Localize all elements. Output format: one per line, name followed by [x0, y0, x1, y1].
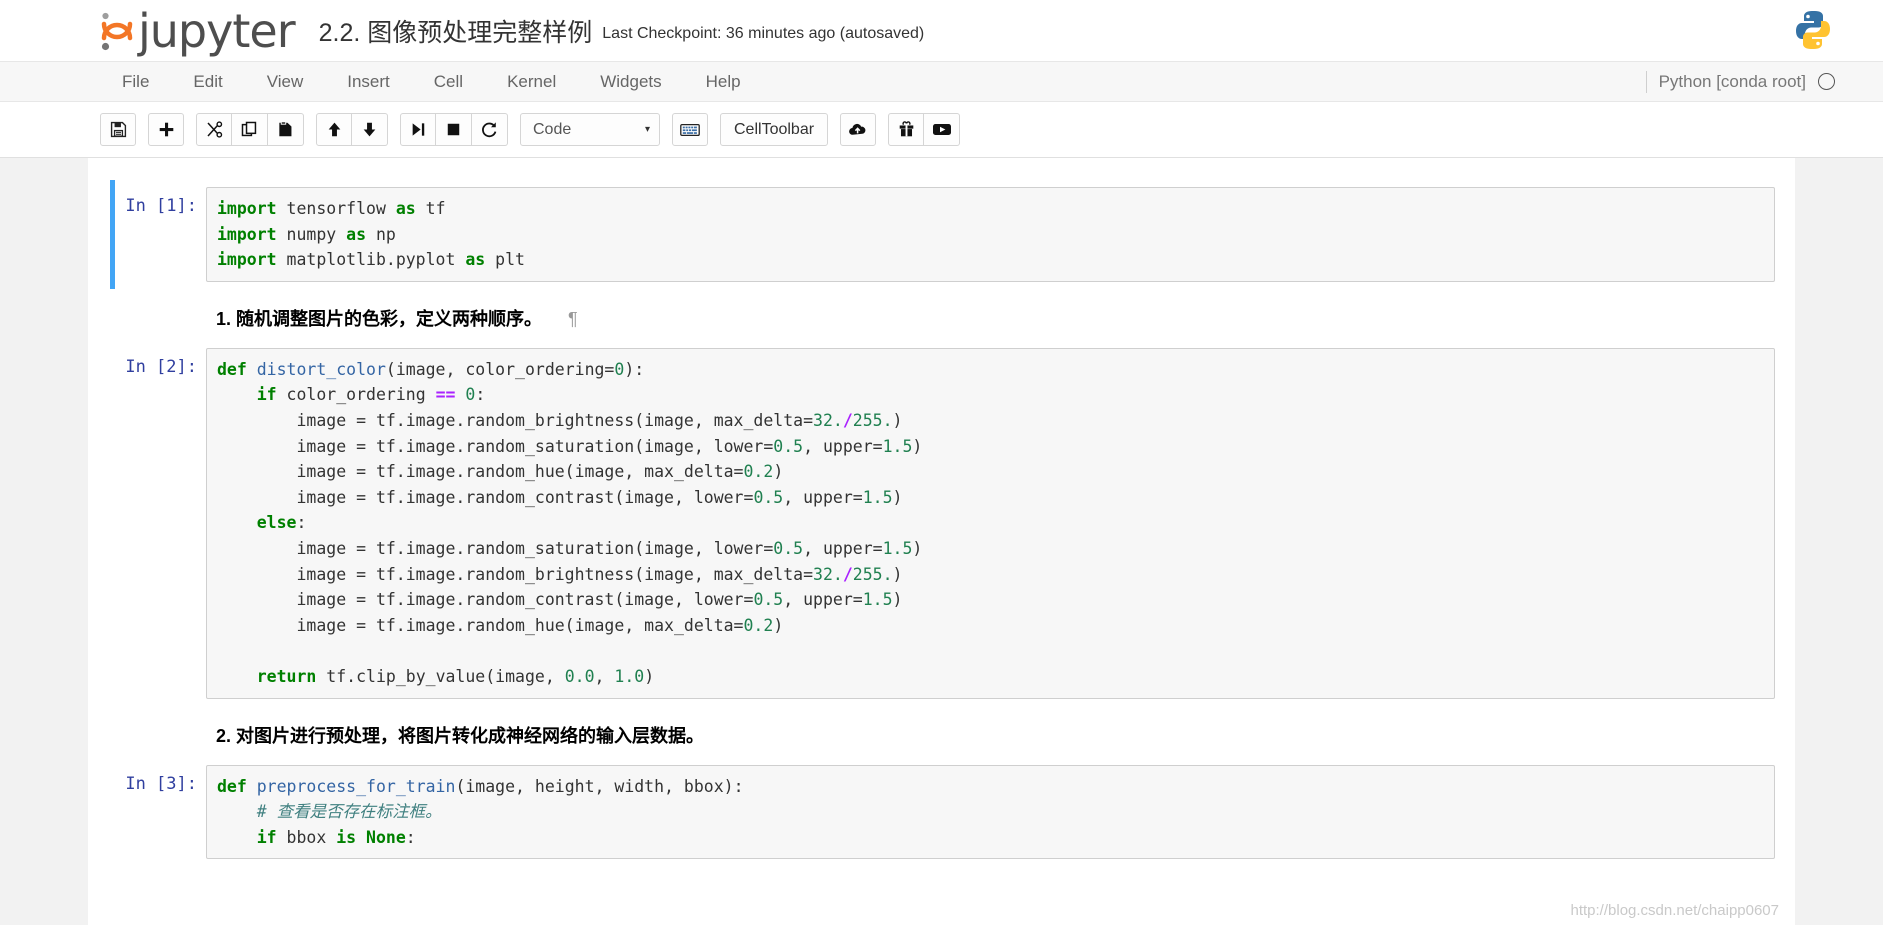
- stop-square-icon: [445, 121, 462, 138]
- markdown-prompt-spacer-2: [88, 722, 206, 748]
- menu-cell[interactable]: Cell: [412, 68, 485, 96]
- python-logo-icon: [1791, 8, 1835, 52]
- notebook-scroll-container[interactable]: In [1]: import tensorflow as tf import n…: [0, 158, 1883, 925]
- move-cell-up-button[interactable]: [316, 113, 352, 146]
- watermark-url: http://blog.csdn.net/chaipp0607: [1570, 902, 1780, 919]
- markdown-prompt-spacer: [88, 305, 206, 331]
- menu-bar: File Edit View Insert Cell Kernel Widget…: [0, 62, 1883, 102]
- markdown-body-1: 1. 随机调整图片的色彩，定义两种顺序。 ¶: [206, 305, 1775, 331]
- markdown-cell-1[interactable]: 1. 随机调整图片的色彩，定义两种顺序。 ¶: [88, 289, 1795, 341]
- cloud-upload-icon: [848, 122, 868, 137]
- menu-items: File Edit View Insert Cell Kernel Widget…: [100, 68, 763, 96]
- video-play-button[interactable]: [924, 113, 961, 146]
- run-cell-button[interactable]: [400, 113, 436, 146]
- cell-prompt-3: In [3]:: [125, 773, 197, 794]
- markdown-heading-1-text: 1. 随机调整图片的色彩，定义两种顺序。: [216, 308, 543, 329]
- cloud-upload-button[interactable]: [840, 113, 877, 146]
- menu-file[interactable]: File: [100, 68, 171, 96]
- notebook-toolbar: Code ▾ CellToolbar: [0, 102, 1883, 158]
- menu-kernel[interactable]: Kernel: [485, 68, 578, 96]
- kernel-indicator[interactable]: Python [conda root]: [1645, 70, 1835, 93]
- jupyter-wordmark: jupyter: [138, 3, 296, 58]
- notebook-page: In [1]: import tensorflow as tf import n…: [88, 158, 1795, 925]
- markdown-heading-2-text: 2. 对图片进行预处理，将图片转化成神经网络的输入层数据。: [216, 725, 705, 746]
- notebook-name[interactable]: 2.2. 图像预处理完整样例: [319, 13, 593, 49]
- scissors-cut-icon: [205, 121, 223, 138]
- cell-prompt-2: In [2]:: [125, 356, 197, 377]
- run-play-step-icon: [410, 121, 427, 138]
- code-editor-2[interactable]: def distort_color(image, color_ordering=…: [206, 347, 1775, 699]
- move-group: [316, 113, 388, 146]
- code-cell-3[interactable]: In [3]: def preprocess_for_train(image, …: [88, 758, 1795, 867]
- cell-type-select[interactable]: Code ▾: [520, 113, 660, 146]
- celltoolbar-button[interactable]: CellToolbar: [720, 113, 829, 146]
- jupyter-logo-link[interactable]: jupyter: [100, 3, 296, 58]
- save-floppy-icon: [110, 121, 127, 138]
- copy-icon: [241, 121, 258, 138]
- checkpoint-status: Last Checkpoint: 36 minutes ago (autosav…: [602, 24, 925, 42]
- jupyter-logo-icon: [100, 11, 134, 51]
- cell-type-value: Code: [533, 120, 572, 138]
- interrupt-kernel-button[interactable]: [436, 113, 472, 146]
- kernel-name-label: Python [conda root]: [1658, 71, 1806, 91]
- paste-button[interactable]: [268, 113, 304, 146]
- divider: [1645, 70, 1647, 93]
- menu-help[interactable]: Help: [684, 68, 763, 96]
- markdown-heading-2: 2. 对图片进行预处理，将图片转化成神经网络的输入层数据。: [216, 722, 1775, 748]
- gift-button[interactable]: [888, 113, 925, 146]
- code-cell-1[interactable]: In [1]: import tensorflow as tf import n…: [88, 180, 1795, 289]
- markdown-body-2: 2. 对图片进行预处理，将图片转化成神经网络的输入层数据。: [206, 722, 1775, 748]
- code-cell-2[interactable]: In [2]: def distort_color(image, color_o…: [88, 341, 1795, 706]
- command-palette-group: [672, 113, 708, 146]
- move-cell-down-button[interactable]: [352, 113, 388, 146]
- menu-insert[interactable]: Insert: [325, 68, 412, 96]
- code-source-2: def distort_color(image, color_ordering=…: [217, 359, 923, 686]
- keyboard-command-palette-icon: [680, 123, 700, 137]
- run-group: [400, 113, 508, 146]
- gift-icon: [898, 121, 915, 138]
- code-source-3: def preprocess_for_train(image, height, …: [217, 776, 744, 847]
- insert-cell-below-button[interactable]: [148, 113, 184, 146]
- insert-group: [148, 113, 184, 146]
- cell-prompt-1: In [1]:: [125, 196, 197, 216]
- code-editor-1[interactable]: import tensorflow as tf import numpy as …: [206, 187, 1775, 282]
- cut-button[interactable]: [196, 113, 232, 146]
- menu-widgets[interactable]: Widgets: [578, 68, 683, 96]
- menu-view[interactable]: View: [245, 68, 326, 96]
- code-editor-3[interactable]: def preprocess_for_train(image, height, …: [206, 764, 1775, 860]
- kernel-idle-circle-icon: [1818, 73, 1835, 90]
- arrow-down-icon: [361, 121, 378, 138]
- restart-refresh-icon: [481, 121, 498, 138]
- celltoolbar-group: CellToolbar: [720, 113, 829, 146]
- cloud-group: [840, 113, 877, 146]
- celltoolbar-label: CellToolbar: [734, 120, 815, 138]
- extensions-group: [888, 113, 961, 146]
- anchor-link-icon[interactable]: ¶: [568, 309, 578, 330]
- plus-add-cell-icon: [158, 121, 175, 138]
- arrow-up-icon: [326, 121, 343, 138]
- paste-clipboard-icon: [277, 121, 294, 138]
- markdown-cell-2[interactable]: 2. 对图片进行预处理，将图片转化成神经网络的输入层数据。: [88, 706, 1795, 758]
- notebook-header: jupyter 2.2. 图像预处理完整样例 Last Checkpoint: …: [0, 0, 1883, 62]
- markdown-heading-1: 1. 随机调整图片的色彩，定义两种顺序。 ¶: [216, 305, 1775, 331]
- command-palette-button[interactable]: [672, 113, 708, 146]
- clipboard-group: [196, 113, 304, 146]
- save-group: [100, 113, 136, 146]
- video-play-icon: [932, 122, 952, 137]
- restart-kernel-button[interactable]: [472, 113, 508, 146]
- menu-edit[interactable]: Edit: [171, 68, 244, 96]
- save-button[interactable]: [100, 113, 136, 146]
- code-source-1: import tensorflow as tf import numpy as …: [217, 199, 525, 270]
- selected-cell-indicator: [110, 180, 115, 289]
- chevron-down-icon: ▾: [644, 124, 650, 135]
- copy-button[interactable]: [232, 113, 268, 146]
